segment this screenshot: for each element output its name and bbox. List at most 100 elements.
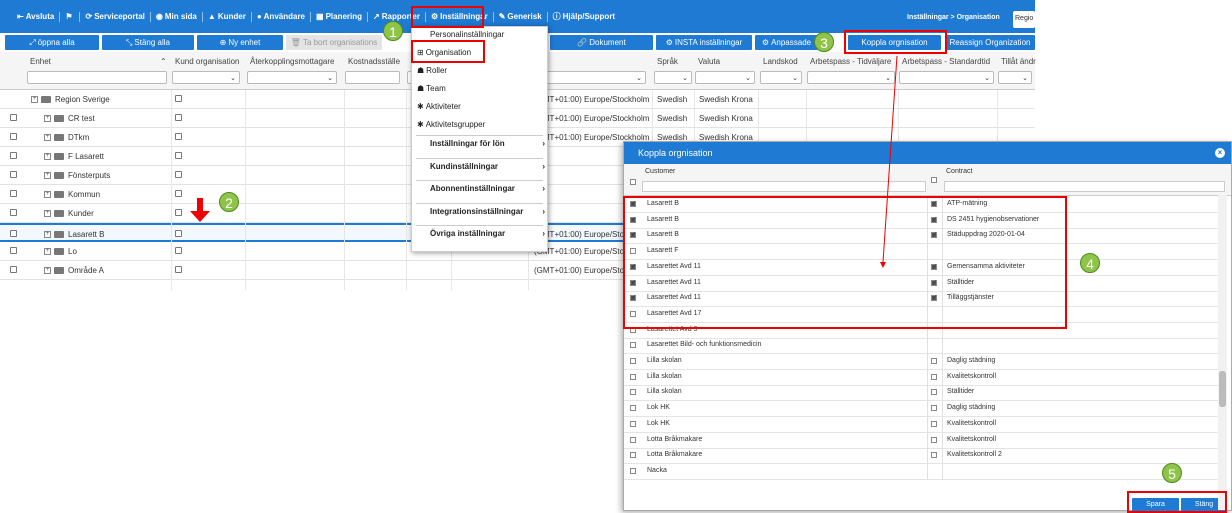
menu-group-integrationsinställningar[interactable]: Integrationsinställningar › xyxy=(430,207,545,216)
nav-item-avsluta[interactable]: ⇤ Avsluta xyxy=(12,11,61,22)
contract-checkbox[interactable] xyxy=(931,373,937,380)
select-all-customers-checkbox[interactable] xyxy=(630,179,636,185)
nav-item-användare[interactable]: ● Användare xyxy=(252,11,312,22)
column-filter-select[interactable]: ⌄ xyxy=(531,71,646,84)
expand-toggle-icon[interactable]: + xyxy=(44,172,51,180)
dialog-row[interactable]: Lok HK Kvalitetskontroll xyxy=(624,416,1220,433)
menu-item-aktiviteter[interactable]: ✱ Aktiviteter xyxy=(417,102,461,111)
row-select-checkbox[interactable] xyxy=(10,133,17,140)
row-select-checkbox[interactable] xyxy=(10,171,17,178)
nav-item-language[interactable]: ⚑ xyxy=(60,11,81,22)
customer-org-checkbox[interactable] xyxy=(175,230,182,237)
customer-checkbox[interactable] xyxy=(630,467,636,474)
column-filter-select[interactable]: ⌄ xyxy=(172,71,240,84)
column-filter-select[interactable]: ⌄ xyxy=(998,71,1032,84)
dialog-row[interactable]: Lilla skolan Kvalitetskontroll xyxy=(624,369,1220,386)
menu-group-inställningar-för-lön[interactable]: Inställningar för lön › xyxy=(430,139,545,148)
customer-org-checkbox[interactable] xyxy=(175,171,182,178)
nav-item-generisk[interactable]: ✎ Generisk xyxy=(494,11,548,22)
contract-checkbox[interactable] xyxy=(931,436,937,443)
contract-checkbox[interactable] xyxy=(931,358,937,364)
customer-checkbox[interactable] xyxy=(630,358,636,364)
close-icon[interactable]: × xyxy=(1215,148,1225,158)
expand-toggle-icon[interactable]: + xyxy=(44,210,51,218)
expand-toggle-icon[interactable]: + xyxy=(44,248,51,256)
customer-checkbox[interactable] xyxy=(630,389,636,396)
reassign-org-button[interactable]: Reassign Organization xyxy=(945,35,1035,50)
customer-checkbox[interactable] xyxy=(630,452,636,459)
menu-group-övriga-inställningar[interactable]: Övriga inställningar › xyxy=(430,229,545,238)
column-filter-select[interactable]: ⌄ xyxy=(654,71,692,84)
menu-item-aktivitetsgrupper[interactable]: ✱ Aktivitetsgrupper xyxy=(417,120,485,129)
row-select-checkbox[interactable] xyxy=(10,247,17,254)
menu-group-kundinställningar[interactable]: Kundinställningar › xyxy=(430,162,545,171)
contract-filter-input[interactable] xyxy=(944,181,1225,192)
documents-button[interactable]: 🔗 Dokument xyxy=(550,35,653,50)
row-select-checkbox[interactable] xyxy=(10,266,17,273)
expand-toggle-icon[interactable]: + xyxy=(44,267,51,275)
nav-item-serviceportal[interactable]: ⟳ Serviceportal xyxy=(80,11,151,22)
column-filter-select[interactable]: ⌄ xyxy=(807,71,895,84)
expand-toggle-icon[interactable]: + xyxy=(44,134,51,142)
customer-org-checkbox[interactable] xyxy=(175,114,182,121)
menu-item-roller[interactable]: ☗ Roller xyxy=(417,66,447,75)
dialog-row[interactable]: Nacka xyxy=(624,463,1220,480)
row-select-checkbox[interactable] xyxy=(10,230,17,237)
menu-item-personalinställningar[interactable]: Personalinställningar xyxy=(430,30,504,39)
nav-item-min-sida[interactable]: ◉ Min sida xyxy=(151,11,203,22)
column-filter-select[interactable]: ⌄ xyxy=(247,71,337,84)
contract-checkbox[interactable] xyxy=(931,452,937,459)
close-all-button[interactable]: ⤡ Stäng alla xyxy=(102,35,194,50)
dialog-row[interactable]: Lotta Bråkmakare Kvalitetskontroll xyxy=(624,432,1220,449)
dialog-scrollbar[interactable] xyxy=(1218,195,1227,510)
customer-checkbox[interactable] xyxy=(630,436,636,443)
customer-org-checkbox[interactable] xyxy=(175,247,182,254)
customer-org-checkbox[interactable] xyxy=(175,209,182,216)
customer-checkbox[interactable] xyxy=(630,342,636,349)
customer-org-checkbox[interactable] xyxy=(175,133,182,140)
dialog-row[interactable]: Lotta Bråkmakare Kvalitetskontroll 2 xyxy=(624,448,1220,465)
customer-checkbox[interactable] xyxy=(630,373,636,380)
customer-checkbox[interactable] xyxy=(630,405,636,412)
expand-toggle-icon[interactable]: + xyxy=(44,191,51,199)
row-select-checkbox[interactable] xyxy=(10,190,17,197)
region-select[interactable]: Regio xyxy=(1013,11,1035,28)
expand-toggle-icon[interactable]: + xyxy=(44,153,51,161)
menu-group-abonnentinställningar[interactable]: Abonnentinställningar › xyxy=(430,184,545,193)
customer-org-checkbox[interactable] xyxy=(175,190,182,197)
nav-item-hjälp-support[interactable]: ⓘ Hjälp/Support xyxy=(548,12,620,22)
name-filter-input[interactable] xyxy=(27,71,167,84)
customer-org-checkbox[interactable] xyxy=(175,266,182,273)
delete-org-button[interactable]: 🗑 Ta bort organisations xyxy=(286,35,382,50)
expand-toggle-icon[interactable]: + xyxy=(44,115,51,123)
scrollbar-thumb[interactable] xyxy=(1219,371,1226,407)
expand-toggle-icon[interactable]: + xyxy=(31,96,38,104)
menu-item-team[interactable]: ☗ Team xyxy=(417,84,446,93)
sort-asc-icon[interactable]: ⌃ xyxy=(160,57,167,66)
contract-checkbox[interactable] xyxy=(931,420,937,427)
nav-item-planering[interactable]: ▦ Planering xyxy=(311,11,369,22)
contract-checkbox[interactable] xyxy=(931,389,937,396)
new-unit-button[interactable]: ⊕ Ny enhet xyxy=(197,35,283,50)
column-filter-select[interactable]: ⌄ xyxy=(695,71,755,84)
column-filter-select[interactable] xyxy=(345,71,400,84)
column-filter-select[interactable]: ⌄ xyxy=(760,71,802,84)
row-select-checkbox[interactable] xyxy=(10,114,17,121)
dialog-row[interactable]: Lilla skolan Daglig städning xyxy=(624,354,1220,370)
select-all-contracts-checkbox[interactable] xyxy=(931,177,937,183)
dialog-row[interactable]: Lilla skolan Ställtider xyxy=(624,385,1220,402)
contract-checkbox[interactable] xyxy=(931,405,937,412)
nav-item-kunder[interactable]: ▲ Kunder xyxy=(203,11,252,22)
row-select-checkbox[interactable] xyxy=(10,152,17,159)
row-select-checkbox[interactable] xyxy=(10,209,17,216)
customer-org-checkbox[interactable] xyxy=(175,95,182,102)
dialog-row[interactable]: Lasarettet Bild- och funktionsmedicin xyxy=(624,338,1220,355)
dialog-row[interactable]: Lok HK Daglig städning xyxy=(624,401,1220,418)
customer-checkbox[interactable] xyxy=(630,420,636,427)
insta-settings-button[interactable]: ⚙ INSTA inställningar xyxy=(656,35,752,50)
customer-org-checkbox[interactable] xyxy=(175,152,182,159)
custom-button[interactable]: ⚙ Anpassade xyxy=(755,35,818,50)
customer-filter-input[interactable] xyxy=(642,181,926,192)
open-all-button[interactable]: ⤢ öppna alla xyxy=(5,35,99,50)
column-filter-select[interactable]: ⌄ xyxy=(899,71,994,84)
